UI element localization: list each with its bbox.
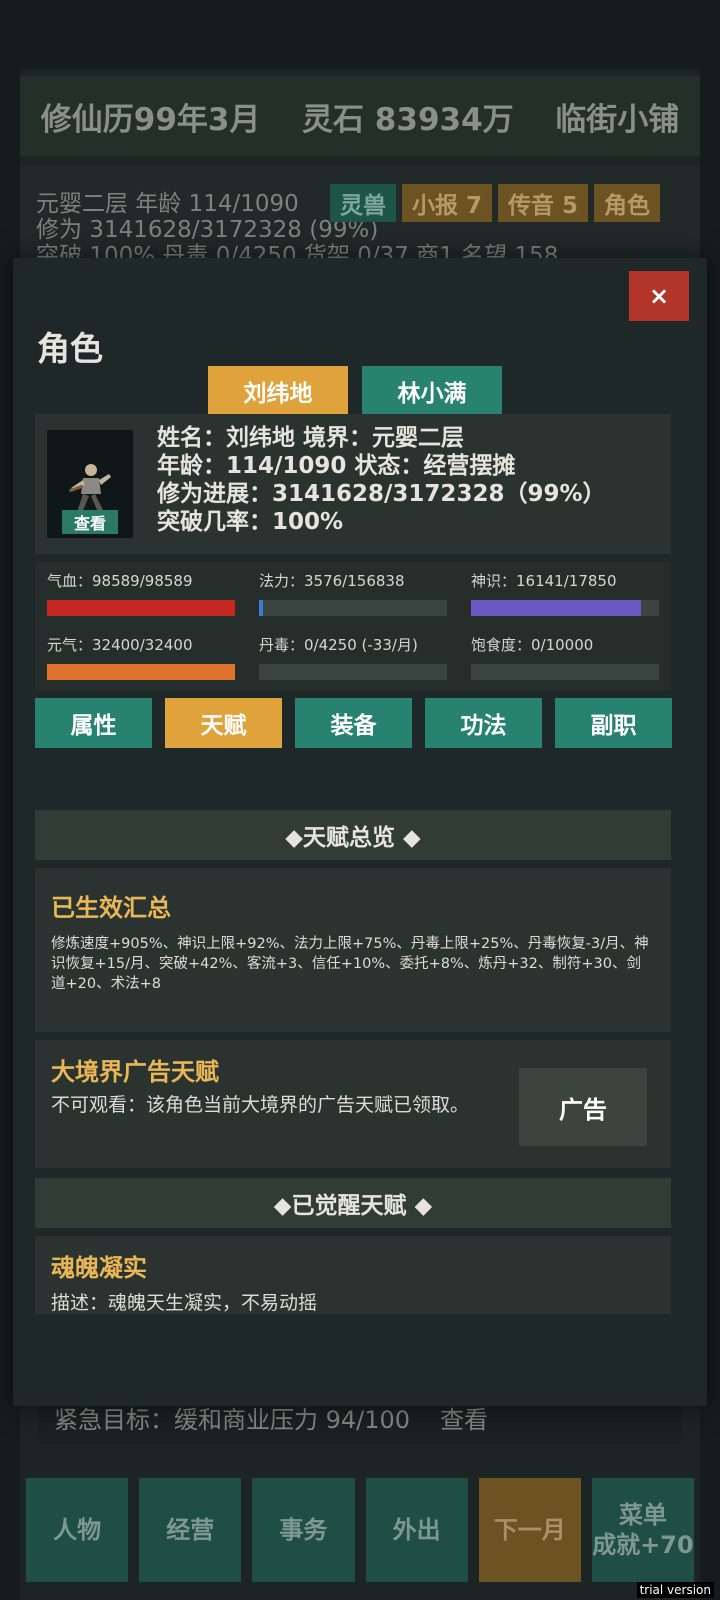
stat-pill-toxin-bar xyxy=(259,664,447,680)
stat-fill xyxy=(259,600,264,616)
stat-satiety-label: 饱食度：0/10000 xyxy=(471,636,594,654)
profile-age-status: 年龄：114/1090 状态：经营摆摊 xyxy=(157,453,516,479)
tab-attributes[interactable]: 属性 xyxy=(35,698,152,748)
watch-ad-button[interactable]: 广告 xyxy=(519,1068,647,1146)
ad-talent-card: 大境界广告天赋 不可观看：该角色当前大境界的广告天赋已领取。 广告 xyxy=(35,1040,671,1168)
stat-vitality: 元气：32400/32400 xyxy=(47,634,235,680)
stat-mana-label: 法力：3576/156838 xyxy=(259,572,405,590)
close-button[interactable]: × xyxy=(629,271,689,321)
character-info-panel: 元婴二层 年龄 114/1090 修为 3141628/3172328 (99%… xyxy=(20,166,700,266)
stat-satiety-bar xyxy=(471,664,659,680)
talent-content-scroll[interactable]: ◆天赋总览 ◆ 已生效汇总 修炼速度+905%、神识上限+92%、法力上限+75… xyxy=(35,810,671,1314)
modal-title: 角色 xyxy=(37,329,103,368)
talent-title: 魂魄凝实 xyxy=(51,1254,147,1282)
detail-tabs: 属性 天赋 装备 功法 副职 xyxy=(35,698,672,748)
shop-name[interactable]: 临街小铺 xyxy=(555,94,679,139)
nav-character-button[interactable]: 人物 xyxy=(26,1478,129,1582)
stat-mana-bar xyxy=(259,600,447,616)
stat-hp-bar xyxy=(47,600,235,616)
nav-outing-button[interactable]: 外出 xyxy=(365,1478,468,1582)
talent-overview-header: ◆天赋总览 ◆ xyxy=(35,810,671,860)
stat-hp: 气血：98589/98589 xyxy=(47,570,235,616)
character-tab-linxiaoman[interactable]: 林小满 xyxy=(362,366,502,416)
character-stats: 气血：98589/98589 法力：3576/156838 神识：16141/1… xyxy=(35,562,671,690)
tab-techniques[interactable]: 功法 xyxy=(425,698,542,748)
profile-details: 姓名：刘纬地 境界：元婴二层 年龄：114/1090 状态：经营摆摊 修为进展：… xyxy=(157,424,606,536)
stat-spirit-sense-bar xyxy=(471,600,659,616)
stat-fill xyxy=(47,664,235,680)
character-portrait[interactable]: 查看 xyxy=(47,430,133,538)
stat-vitality-label: 元气：32400/32400 xyxy=(47,636,193,654)
effective-summary-card: 已生效汇总 修炼速度+905%、神识上限+92%、法力上限+75%、丹毒上限+2… xyxy=(35,868,671,1032)
awakened-talents-header: ◆已觉醒天赋 ◆ xyxy=(35,1178,671,1228)
tab-talents[interactable]: 天赋 xyxy=(165,698,282,748)
character-tabs: 刘纬地 林小满 xyxy=(208,366,502,416)
profile-name-realm: 姓名：刘纬地 境界：元婴二层 xyxy=(157,425,465,451)
stat-vitality-bar xyxy=(47,664,235,680)
nav-business-button[interactable]: 经营 xyxy=(139,1478,242,1582)
nav-menu-button[interactable]: 菜单 成就+70 xyxy=(591,1478,695,1582)
spirit-beast-button[interactable]: 灵兽 xyxy=(330,184,396,222)
tab-side-jobs[interactable]: 副职 xyxy=(555,698,672,748)
portrait-view-button[interactable]: 查看 xyxy=(62,510,118,534)
stat-mana: 法力：3576/156838 xyxy=(259,570,447,616)
game-date: 修仙历99年3月 xyxy=(40,101,261,138)
tab-equipment[interactable]: 装备 xyxy=(295,698,412,748)
summary-title: 已生效汇总 xyxy=(51,894,171,922)
stat-hp-label: 气血：98589/98589 xyxy=(47,572,193,590)
nav-affairs-button[interactable]: 事务 xyxy=(252,1478,355,1582)
bottom-navigation: 人物 经营 事务 外出 下一月 菜单 成就+70 xyxy=(26,1478,695,1582)
stat-fill xyxy=(47,600,235,616)
stat-spirit-sense-label: 神识：16141/17850 xyxy=(471,572,617,590)
ad-talent-title: 大境界广告天赋 xyxy=(51,1058,219,1086)
talent-card: 魂魄凝实 描述：魂魄天生凝实，不易动摇 xyxy=(35,1236,671,1314)
spirit-stone-count: 灵石 83934万 xyxy=(302,101,514,138)
message-button[interactable]: 传音 5 xyxy=(498,184,589,222)
stat-fill xyxy=(471,600,641,616)
news-button[interactable]: 小报 7 xyxy=(402,184,493,222)
top-status-bar: 修仙历99年3月 灵石 83934万 临街小铺 xyxy=(20,76,700,156)
profile-breakthrough-rate: 突破几率：100% xyxy=(157,509,344,535)
character-profile-card: 查看 姓名：刘纬地 境界：元婴二层 年龄：114/1090 状态：经营摆摊 修为… xyxy=(35,414,671,554)
character-button[interactable]: 角色 xyxy=(594,184,661,222)
stat-pill-toxin: 丹毒：0/4250 (-33/月) xyxy=(259,634,447,680)
stat-satiety: 饱食度：0/10000 xyxy=(471,634,659,680)
ad-talent-desc: 不可观看：该角色当前大境界的广告天赋已领取。 xyxy=(51,1094,470,1116)
nav-next-month-button[interactable]: 下一月 xyxy=(478,1478,581,1582)
summary-body: 修炼速度+905%、神识上限+92%、法力上限+75%、丹毒上限+25%、丹毒恢… xyxy=(51,936,649,992)
profile-cultivation-progress: 修为进展：3141628/3172328（99%） xyxy=(157,481,606,507)
character-tab-liuweidi[interactable]: 刘纬地 xyxy=(208,366,348,416)
trial-watermark: trial version xyxy=(636,1582,714,1598)
stat-pill-toxin-label: 丹毒：0/4250 (-33/月) xyxy=(259,636,418,654)
talent-desc: 描述：魂魄天生凝实，不易动摇 xyxy=(51,1292,318,1314)
character-modal: × 角色 刘纬地 林小满 查看 姓名：刘纬地 境界：元婴二层 年龄：114/10… xyxy=(13,258,707,1406)
stat-spirit-sense: 神识：16141/17850 xyxy=(471,570,659,616)
